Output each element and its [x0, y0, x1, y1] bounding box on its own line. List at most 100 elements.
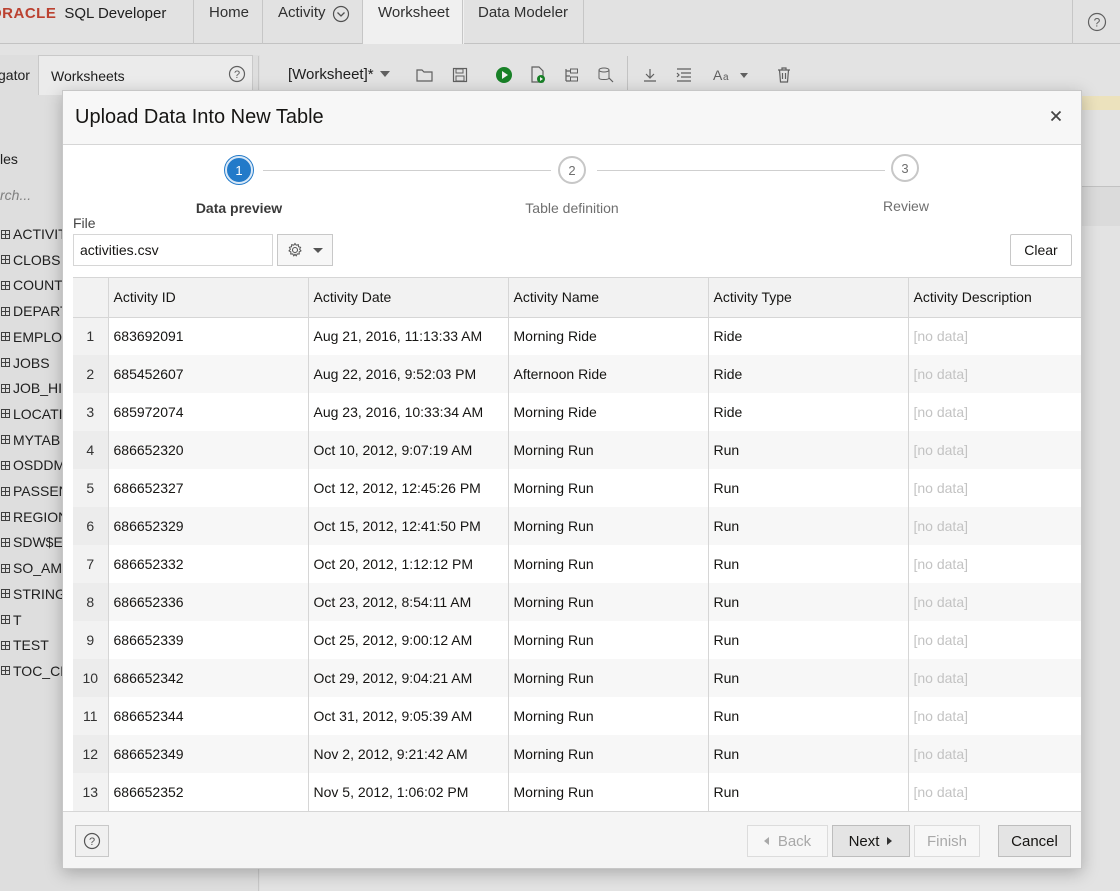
table-cell[interactable]: Morning Run: [508, 507, 709, 545]
cancel-button[interactable]: Cancel: [998, 825, 1071, 857]
table-cell[interactable]: Run: [708, 545, 909, 583]
clear-button[interactable]: Clear: [1010, 234, 1072, 266]
close-icon[interactable]: [1045, 105, 1067, 127]
table-row[interactable]: 2 685452607 Aug 22, 2016, 9:52:03 PM Aftern…: [73, 355, 1081, 393]
table-cell[interactable]: Morning Run: [508, 659, 709, 697]
table-row[interactable]: 5 686652327 Oct 12, 2012, 12:45:26 PM Morni…: [73, 469, 1081, 507]
column-header[interactable]: Activity Description: [908, 278, 1081, 318]
table-row[interactable]: 7 686652332 Oct 20, 2012, 1:12:12 PM Mornin…: [73, 545, 1081, 583]
table-cell[interactable]: Aug 21, 2016, 11:13:33 AM: [308, 317, 509, 355]
table-cell[interactable]: Run: [708, 697, 909, 735]
table-row[interactable]: 9 686652339 Oct 25, 2012, 9:00:12 AM Mornin…: [73, 621, 1081, 659]
column-header[interactable]: Activity Name: [508, 278, 709, 318]
table-cell[interactable]: [no data]: [908, 583, 1081, 621]
table-cell[interactable]: [no data]: [908, 431, 1081, 469]
table-cell[interactable]: [no data]: [908, 621, 1081, 659]
next-button[interactable]: Next: [832, 825, 910, 857]
table-row[interactable]: 13 686652352 Nov 5, 2012, 1:06:02 PM Mornin…: [73, 773, 1081, 811]
column-header[interactable]: Activity Date: [308, 278, 509, 318]
column-header[interactable]: Activity Type: [708, 278, 909, 318]
table-row[interactable]: 8 686652336 Oct 23, 2012, 8:54:11 AM Mornin…: [73, 583, 1081, 621]
table-cell[interactable]: 686652336: [108, 583, 309, 621]
table-cell[interactable]: 685972074: [108, 393, 309, 431]
table-row[interactable]: 4 686652320 Oct 10, 2012, 9:07:19 AM Mornin…: [73, 431, 1081, 469]
finish-button[interactable]: Finish: [914, 825, 980, 857]
table-cell[interactable]: Morning Run: [508, 583, 709, 621]
table-cell[interactable]: Oct 12, 2012, 12:45:26 PM: [308, 469, 509, 507]
table-cell[interactable]: Run: [708, 469, 909, 507]
table-cell[interactable]: Ride: [708, 355, 909, 393]
step-2-indicator[interactable]: 2: [558, 156, 586, 184]
table-cell[interactable]: Aug 23, 2016, 10:33:34 AM: [308, 393, 509, 431]
table-cell[interactable]: Nov 2, 2012, 9:21:42 AM: [308, 735, 509, 773]
table-cell[interactable]: 683692091: [108, 317, 309, 355]
table-cell[interactable]: Oct 10, 2012, 9:07:19 AM: [308, 431, 509, 469]
column-header[interactable]: Activity ID: [108, 278, 309, 318]
step-3-indicator[interactable]: 3: [891, 154, 919, 182]
table-cell[interactable]: Oct 31, 2012, 9:05:39 AM: [308, 697, 509, 735]
table-row[interactable]: 11 686652344 Oct 31, 2012, 9:05:39 AM Morni…: [73, 697, 1081, 735]
table-cell[interactable]: Oct 15, 2012, 12:41:50 PM: [308, 507, 509, 545]
table-cell[interactable]: [no data]: [908, 393, 1081, 431]
caret-down-icon: [313, 247, 323, 253]
table-cell[interactable]: Morning Run: [508, 545, 709, 583]
table-cell[interactable]: Run: [708, 621, 909, 659]
table-cell[interactable]: Run: [708, 659, 909, 697]
table-cell[interactable]: 686652332: [108, 545, 309, 583]
table-cell[interactable]: Run: [708, 773, 909, 811]
table-cell[interactable]: Morning Run: [508, 431, 709, 469]
file-options-button[interactable]: [277, 234, 333, 266]
table-cell[interactable]: Ride: [708, 317, 909, 355]
table-cell[interactable]: Oct 20, 2012, 1:12:12 PM: [308, 545, 509, 583]
table-cell[interactable]: 686652342: [108, 659, 309, 697]
table-cell[interactable]: [no data]: [908, 545, 1081, 583]
table-cell[interactable]: [no data]: [908, 697, 1081, 735]
table-cell[interactable]: Run: [708, 583, 909, 621]
table-cell[interactable]: 686652344: [108, 697, 309, 735]
table-cell[interactable]: 686652320: [108, 431, 309, 469]
table-cell[interactable]: 686652339: [108, 621, 309, 659]
table-cell[interactable]: Oct 25, 2012, 9:00:12 AM: [308, 621, 509, 659]
table-row[interactable]: 1 683692091 Aug 21, 2016, 11:13:33 AM Morni…: [73, 317, 1081, 355]
table-cell[interactable]: [no data]: [908, 735, 1081, 773]
table-cell[interactable]: 686652352: [108, 773, 309, 811]
table-cell[interactable]: [no data]: [908, 659, 1081, 697]
table-cell[interactable]: Oct 29, 2012, 9:04:21 AM: [308, 659, 509, 697]
table-cell[interactable]: [no data]: [908, 355, 1081, 393]
row-number: 1: [73, 317, 109, 355]
table-cell[interactable]: Morning Run: [508, 735, 709, 773]
dialog-footer: ? Back Next Finish Cancel: [63, 811, 1081, 868]
table-row[interactable]: 12 686652349 Nov 2, 2012, 9:21:42 AM Mornin…: [73, 735, 1081, 773]
step-1-indicator[interactable]: 1: [225, 156, 253, 184]
table-cell[interactable]: Morning Ride: [508, 317, 709, 355]
table-cell[interactable]: Morning Run: [508, 469, 709, 507]
table-cell[interactable]: Morning Run: [508, 621, 709, 659]
table-cell[interactable]: Aug 22, 2016, 9:52:03 PM: [308, 355, 509, 393]
table-cell[interactable]: [no data]: [908, 507, 1081, 545]
dialog-title: Upload Data Into New Table: [75, 106, 324, 128]
table-cell[interactable]: Afternoon Ride: [508, 355, 709, 393]
table-cell[interactable]: Oct 23, 2012, 8:54:11 AM: [308, 583, 509, 621]
table-cell[interactable]: 685452607: [108, 355, 309, 393]
table-cell[interactable]: [no data]: [908, 773, 1081, 811]
file-name-input[interactable]: [73, 234, 273, 266]
table-row[interactable]: 3 685972074 Aug 23, 2016, 10:33:34 AM Morni…: [73, 393, 1081, 431]
table-row[interactable]: 10 686652342 Oct 29, 2012, 9:04:21 AM Morni…: [73, 659, 1081, 697]
table-cell[interactable]: [no data]: [908, 317, 1081, 355]
data-preview-grid[interactable]: Activity ID Activity Date Activity Name …: [73, 277, 1081, 811]
table-cell[interactable]: 686652327: [108, 469, 309, 507]
table-cell[interactable]: Morning Ride: [508, 393, 709, 431]
table-cell[interactable]: Nov 5, 2012, 1:06:02 PM: [308, 773, 509, 811]
table-cell[interactable]: Run: [708, 735, 909, 773]
back-button[interactable]: Back: [747, 825, 828, 857]
help-button[interactable]: ?: [75, 825, 109, 857]
table-cell[interactable]: Ride: [708, 393, 909, 431]
table-cell[interactable]: Morning Run: [508, 773, 709, 811]
table-cell[interactable]: Morning Run: [508, 697, 709, 735]
table-cell[interactable]: Run: [708, 507, 909, 545]
table-row[interactable]: 6 686652329 Oct 15, 2012, 12:41:50 PM Morni…: [73, 507, 1081, 545]
table-cell[interactable]: [no data]: [908, 469, 1081, 507]
table-cell[interactable]: Run: [708, 431, 909, 469]
table-cell[interactable]: 686652329: [108, 507, 309, 545]
table-cell[interactable]: 686652349: [108, 735, 309, 773]
